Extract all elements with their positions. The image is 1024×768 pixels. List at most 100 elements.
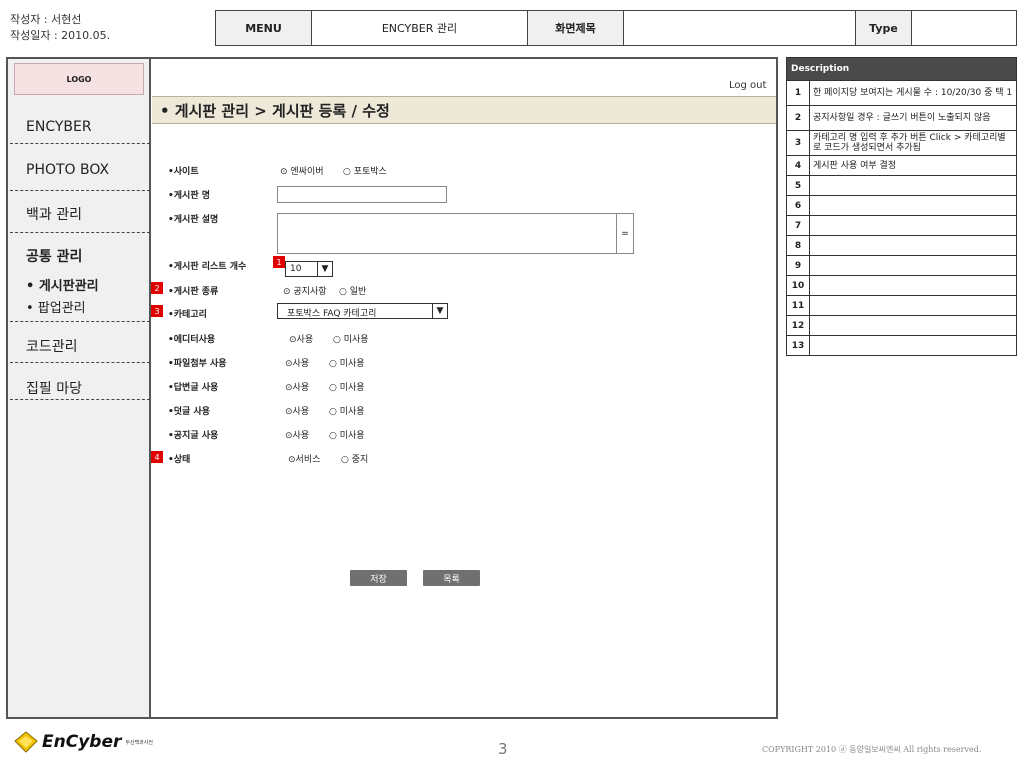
divider — [10, 399, 150, 400]
page-title: • 게시판 관리 > 게시판 등록 / 수정 — [160, 102, 390, 120]
notice-post-label: •공지글 사용 — [168, 431, 219, 441]
footer-brand-sub: 두산백과사전 — [125, 739, 153, 746]
sidebar-item-photobox[interactable]: PHOTO BOX — [26, 162, 109, 178]
notice-radio-on[interactable]: ⊙사용 — [285, 428, 309, 441]
screen-title-value — [623, 10, 856, 46]
screen-title-label: 화면제목 — [527, 10, 624, 46]
description-table: Description 1한 페이지당 보여지는 게시물 수 : 10/20/3… — [786, 57, 1017, 356]
file-radio-off[interactable]: ○ 미사용 — [329, 356, 365, 369]
desc-num: 11 — [786, 295, 810, 316]
desc-text — [809, 215, 1017, 236]
type-label: Type — [855, 10, 912, 46]
desc-text — [809, 335, 1017, 356]
file-radio-on[interactable]: ⊙사용 — [285, 356, 309, 369]
description-header: Description — [786, 57, 1017, 81]
author-date: 작성일자 : 2010.05. — [10, 29, 111, 42]
desc-num: 12 — [786, 315, 810, 336]
divider — [10, 190, 150, 191]
desc-num: 1 — [786, 80, 810, 106]
desc-text: 공지사항일 경우 : 글쓰기 버튼이 노출되지 않음 — [809, 105, 1017, 131]
desc-text — [809, 275, 1017, 296]
desc-text: 한 페이지당 보여지는 게시물 수 : 10/20/30 중 택 1 — [809, 80, 1017, 106]
list-count-value: 10 — [290, 264, 302, 274]
category-label: •카테고리 — [168, 310, 207, 320]
board-name-label: •게시판 명 — [168, 191, 211, 201]
textarea-scrollbar[interactable]: = — [616, 214, 633, 253]
desc-text — [809, 315, 1017, 336]
site-radio-encyber[interactable]: ⊙ 엔싸이버 — [280, 164, 324, 177]
desc-num: 3 — [786, 130, 810, 156]
encyber-logo-icon — [14, 731, 38, 753]
menu-value: ENCYBER 관리 — [311, 10, 528, 46]
board-desc-textarea[interactable]: = — [277, 213, 634, 254]
desc-text: 게시판 사용 여부 결정 — [809, 155, 1017, 176]
desc-num: 13 — [786, 335, 810, 356]
footer-brand: EnCyber — [42, 732, 122, 752]
list-count-label: •게시판 리스트 개수 — [168, 262, 247, 272]
page-number: 3 — [498, 740, 508, 758]
board-name-input[interactable] — [277, 186, 447, 203]
site-label: •사이트 — [168, 167, 199, 177]
comment-label: •덧글 사용 — [168, 407, 211, 417]
file-attach-label: •파일첨부 사용 — [168, 359, 227, 369]
board-type-label: •게시판 종류 — [168, 287, 219, 297]
divider — [10, 143, 150, 144]
reply-label: •답변글 사용 — [168, 383, 219, 393]
logout-link[interactable]: Log out — [729, 80, 766, 91]
badge-2: 2 — [151, 282, 163, 294]
author-name: 작성자 : 서현선 — [10, 13, 82, 26]
comment-radio-on[interactable]: ⊙사용 — [285, 404, 309, 417]
desc-text — [809, 295, 1017, 316]
logo[interactable]: LOGO — [14, 63, 144, 95]
menu-label: MENU — [215, 10, 312, 46]
sidebar-subitem-popup[interactable]: • 팝업관리 — [26, 297, 86, 316]
category-value: 포토박스 FAQ 카테고리 — [287, 309, 377, 319]
notice-radio-off[interactable]: ○ 미사용 — [329, 428, 365, 441]
sidebar-item-common[interactable]: 공통 관리 — [26, 246, 82, 266]
reply-radio-on[interactable]: ⊙사용 — [285, 380, 309, 393]
badge-4: 4 — [151, 451, 163, 463]
type-radio-notice[interactable]: ⊙ 공지사항 — [283, 284, 327, 297]
editor-radio-on[interactable]: ⊙사용 — [289, 332, 313, 345]
badge-3: 3 — [151, 305, 163, 317]
desc-text: 카테고리 명 입력 후 추가 버튼 Click > 카테고리별로 코드가 생성되… — [809, 130, 1017, 156]
sidebar-item-code[interactable]: 코드관리 — [26, 336, 78, 356]
sidebar-item-encyclopedia[interactable]: 백과 관리 — [26, 204, 82, 224]
chevron-down-icon: ▼ — [432, 304, 447, 318]
author-info: 작성자 : 서현선 작성일자 : 2010.05. — [10, 12, 110, 44]
sidebar-item-writing[interactable]: 집필 마당 — [26, 378, 82, 398]
type-radio-general[interactable]: ○ 일반 — [339, 284, 366, 297]
reply-radio-off[interactable]: ○ 미사용 — [329, 380, 365, 393]
desc-text — [809, 195, 1017, 216]
category-select[interactable]: 포토박스 FAQ 카테고리 ▼ — [277, 303, 448, 319]
comment-radio-off[interactable]: ○ 미사용 — [329, 404, 365, 417]
desc-text — [809, 255, 1017, 276]
status-radio-service[interactable]: ⊙서비스 — [288, 452, 320, 465]
desc-num: 9 — [786, 255, 810, 276]
badge-1: 1 — [273, 256, 285, 268]
desc-num: 4 — [786, 155, 810, 176]
status-label: •상태 — [168, 455, 191, 465]
desc-num: 5 — [786, 175, 810, 196]
desc-num: 6 — [786, 195, 810, 216]
status-radio-stop[interactable]: ○ 중지 — [341, 452, 368, 465]
copyright: COPYRIGHT 2010 ⓓ 동양일보씨엔씨 All rights rese… — [762, 745, 982, 754]
sidebar-item-encyber[interactable]: ENCYBER — [26, 119, 92, 135]
board-desc-label: •게시판 설명 — [168, 215, 219, 225]
list-button[interactable]: 목록 — [423, 570, 480, 586]
site-radio-photobox[interactable]: ○ 포토박스 — [343, 164, 387, 177]
editor-radio-off[interactable]: ○ 미사용 — [333, 332, 369, 345]
header-table: MENU ENCYBER 관리 화면제목 Type — [215, 10, 1017, 46]
type-value — [911, 10, 1017, 46]
desc-text — [809, 235, 1017, 256]
footer-logo: EnCyber 두산백과사전 — [14, 731, 153, 753]
desc-num: 2 — [786, 105, 810, 131]
desc-text — [809, 175, 1017, 196]
list-count-select[interactable]: 10 ▼ — [285, 261, 333, 277]
desc-num: 8 — [786, 235, 810, 256]
sidebar-subitem-board[interactable]: • 게시판관리 — [26, 275, 99, 294]
desc-num: 10 — [786, 275, 810, 296]
chevron-down-icon: ▼ — [317, 262, 332, 276]
divider — [10, 232, 150, 233]
save-button[interactable]: 저장 — [350, 570, 407, 586]
